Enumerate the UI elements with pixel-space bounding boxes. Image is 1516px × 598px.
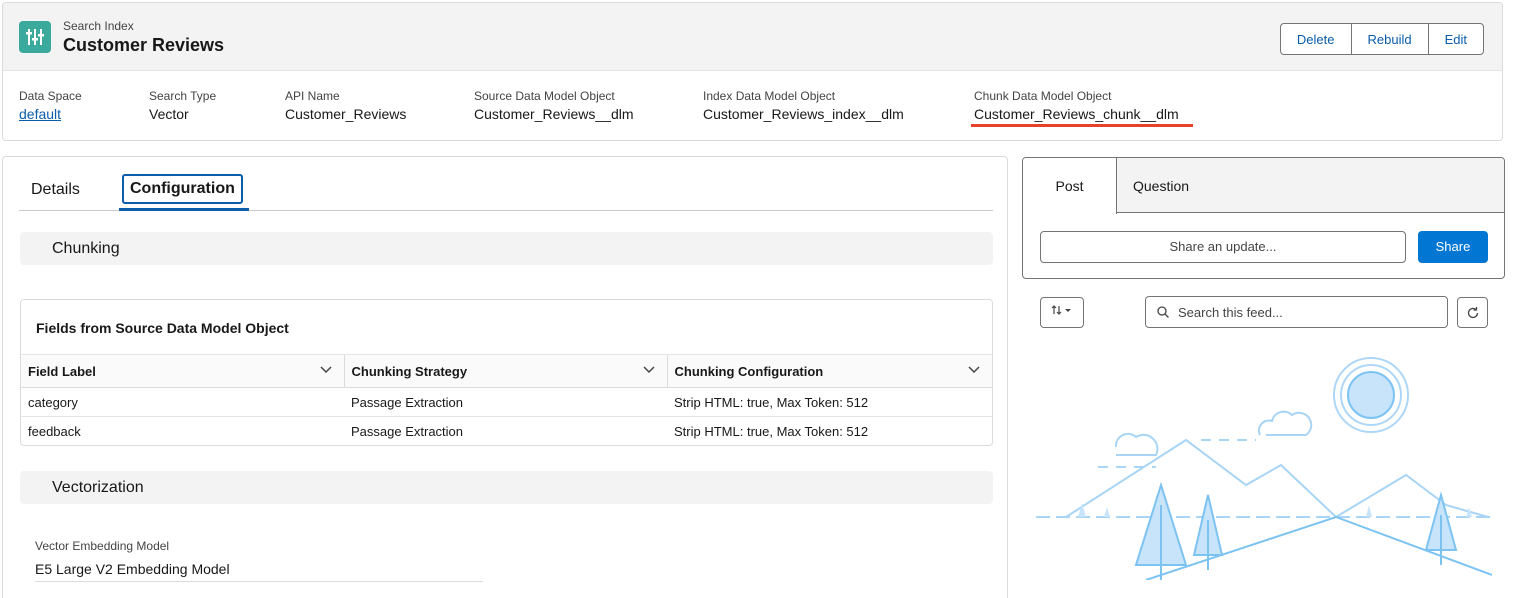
- highlight-value: Vector: [149, 106, 189, 122]
- tab-configuration[interactable]: Configuration: [122, 174, 243, 204]
- feed-publisher: Post Question Share an update... Share: [1022, 157, 1505, 279]
- search-icon: [1157, 306, 1169, 318]
- feed-search-input[interactable]: Search this feed...: [1145, 296, 1448, 328]
- page-title: Customer Reviews: [63, 35, 225, 55]
- chevron-down-icon[interactable]: [968, 366, 980, 374]
- sort-feed-button[interactable]: [1040, 297, 1084, 328]
- delete-button[interactable]: Delete: [1279, 23, 1352, 55]
- cell-field-label: feedback: [21, 416, 344, 445]
- highlight-search-type: Search Type Vector: [149, 89, 216, 122]
- highlight-source-dmo: Source Data Model Object Customer_Review…: [474, 89, 634, 122]
- rebuild-button[interactable]: Rebuild: [1351, 23, 1429, 55]
- highlight-label: API Name: [285, 89, 340, 103]
- chevron-down-icon[interactable]: [319, 366, 332, 374]
- highlight-value: Customer_Reviews_index__dlm: [703, 106, 904, 122]
- column-header-field-label[interactable]: Field Label: [21, 354, 344, 388]
- tab-post[interactable]: Post: [1023, 158, 1117, 214]
- highlight-label: Index Data Model Object: [703, 89, 836, 103]
- cell-chunking-configuration: Strip HTML: true, Max Token: 512: [667, 387, 992, 417]
- cell-chunking-configuration: Strip HTML: true, Max Token: 512: [667, 416, 992, 445]
- column-header-text: Field Label: [28, 363, 96, 379]
- column-header-chunking-configuration[interactable]: Chunking Configuration: [666, 354, 992, 388]
- highlight-value: Customer_Reviews__dlm: [474, 106, 634, 122]
- main-content-card: Details Configuration Chunking Fields fr…: [2, 156, 1008, 598]
- highlights-panel: Data Space default Search Type Vector AP…: [3, 71, 1502, 140]
- section-chunking[interactable]: Chunking: [20, 232, 993, 265]
- edit-button[interactable]: Edit: [1428, 23, 1484, 55]
- refresh-icon: [1467, 307, 1479, 319]
- search-placeholder: Search this feed...: [1178, 305, 1283, 320]
- highlight-value: Customer_Reviews_chunk__dlm: [974, 106, 1179, 122]
- tab-details[interactable]: Details: [31, 181, 80, 199]
- empty-feed-illustration: [1036, 357, 1492, 580]
- highlight-value: Customer_Reviews: [285, 106, 407, 122]
- highlight-api-name: API Name Customer_Reviews: [285, 89, 406, 122]
- data-space-link[interactable]: default: [19, 106, 82, 122]
- column-header-text: Chunking Configuration: [674, 363, 824, 379]
- field-divider: [35, 581, 483, 582]
- header-top: Search Index Customer Reviews Delete Reb…: [3, 3, 1502, 71]
- tab-question[interactable]: Question: [1133, 158, 1189, 213]
- share-update-input[interactable]: Share an update...: [1040, 231, 1406, 263]
- fields-table-card: Fields from Source Data Model Object Fie…: [20, 299, 993, 446]
- refresh-feed-button[interactable]: [1457, 297, 1488, 328]
- active-tab-indicator: [119, 208, 249, 211]
- table-row: feedback Passage Extraction Strip HTML: …: [21, 416, 992, 445]
- vector-embedding-model-value: E5 Large V2 Embedding Model: [35, 561, 230, 577]
- highlight-label: Source Data Model Object: [474, 89, 615, 103]
- highlight-data-space: Data Space default: [19, 89, 82, 122]
- sort-icon: [1051, 305, 1071, 315]
- object-type-label: Search Index: [63, 19, 134, 33]
- cell-chunking-strategy: Passage Extraction: [344, 387, 667, 417]
- annotation-underline: [971, 124, 1193, 127]
- highlight-label: Data Space: [19, 89, 82, 103]
- cell-chunking-strategy: Passage Extraction: [344, 416, 667, 445]
- cell-field-label: category: [21, 387, 344, 417]
- search-index-icon: [19, 21, 51, 53]
- header-actions: Delete Rebuild Edit: [1279, 23, 1484, 55]
- share-button[interactable]: Share: [1418, 231, 1488, 263]
- chevron-down-icon[interactable]: [642, 366, 655, 374]
- highlight-label: Chunk Data Model Object: [974, 89, 1112, 103]
- table-row: category Passage Extraction Strip HTML: …: [21, 387, 992, 417]
- table-title: Fields from Source Data Model Object: [36, 320, 289, 336]
- column-header-chunking-strategy[interactable]: Chunking Strategy: [343, 354, 667, 388]
- publisher-tab-bar: Post Question: [1023, 158, 1504, 214]
- tab-bar: Details Configuration: [19, 171, 993, 211]
- fields-table: Field Label Chunking Strategy Chunking C…: [21, 354, 992, 445]
- vector-embedding-model-label: Vector Embedding Model: [35, 539, 170, 553]
- column-header-text: Chunking Strategy: [351, 363, 468, 379]
- highlight-chunk-dmo: Chunk Data Model Object Customer_Reviews…: [974, 89, 1179, 122]
- highlight-label: Search Type: [149, 89, 217, 103]
- record-header: Search Index Customer Reviews Delete Reb…: [2, 2, 1503, 141]
- highlight-index-dmo: Index Data Model Object Customer_Reviews…: [703, 89, 904, 122]
- section-vectorization[interactable]: Vectorization: [20, 471, 993, 504]
